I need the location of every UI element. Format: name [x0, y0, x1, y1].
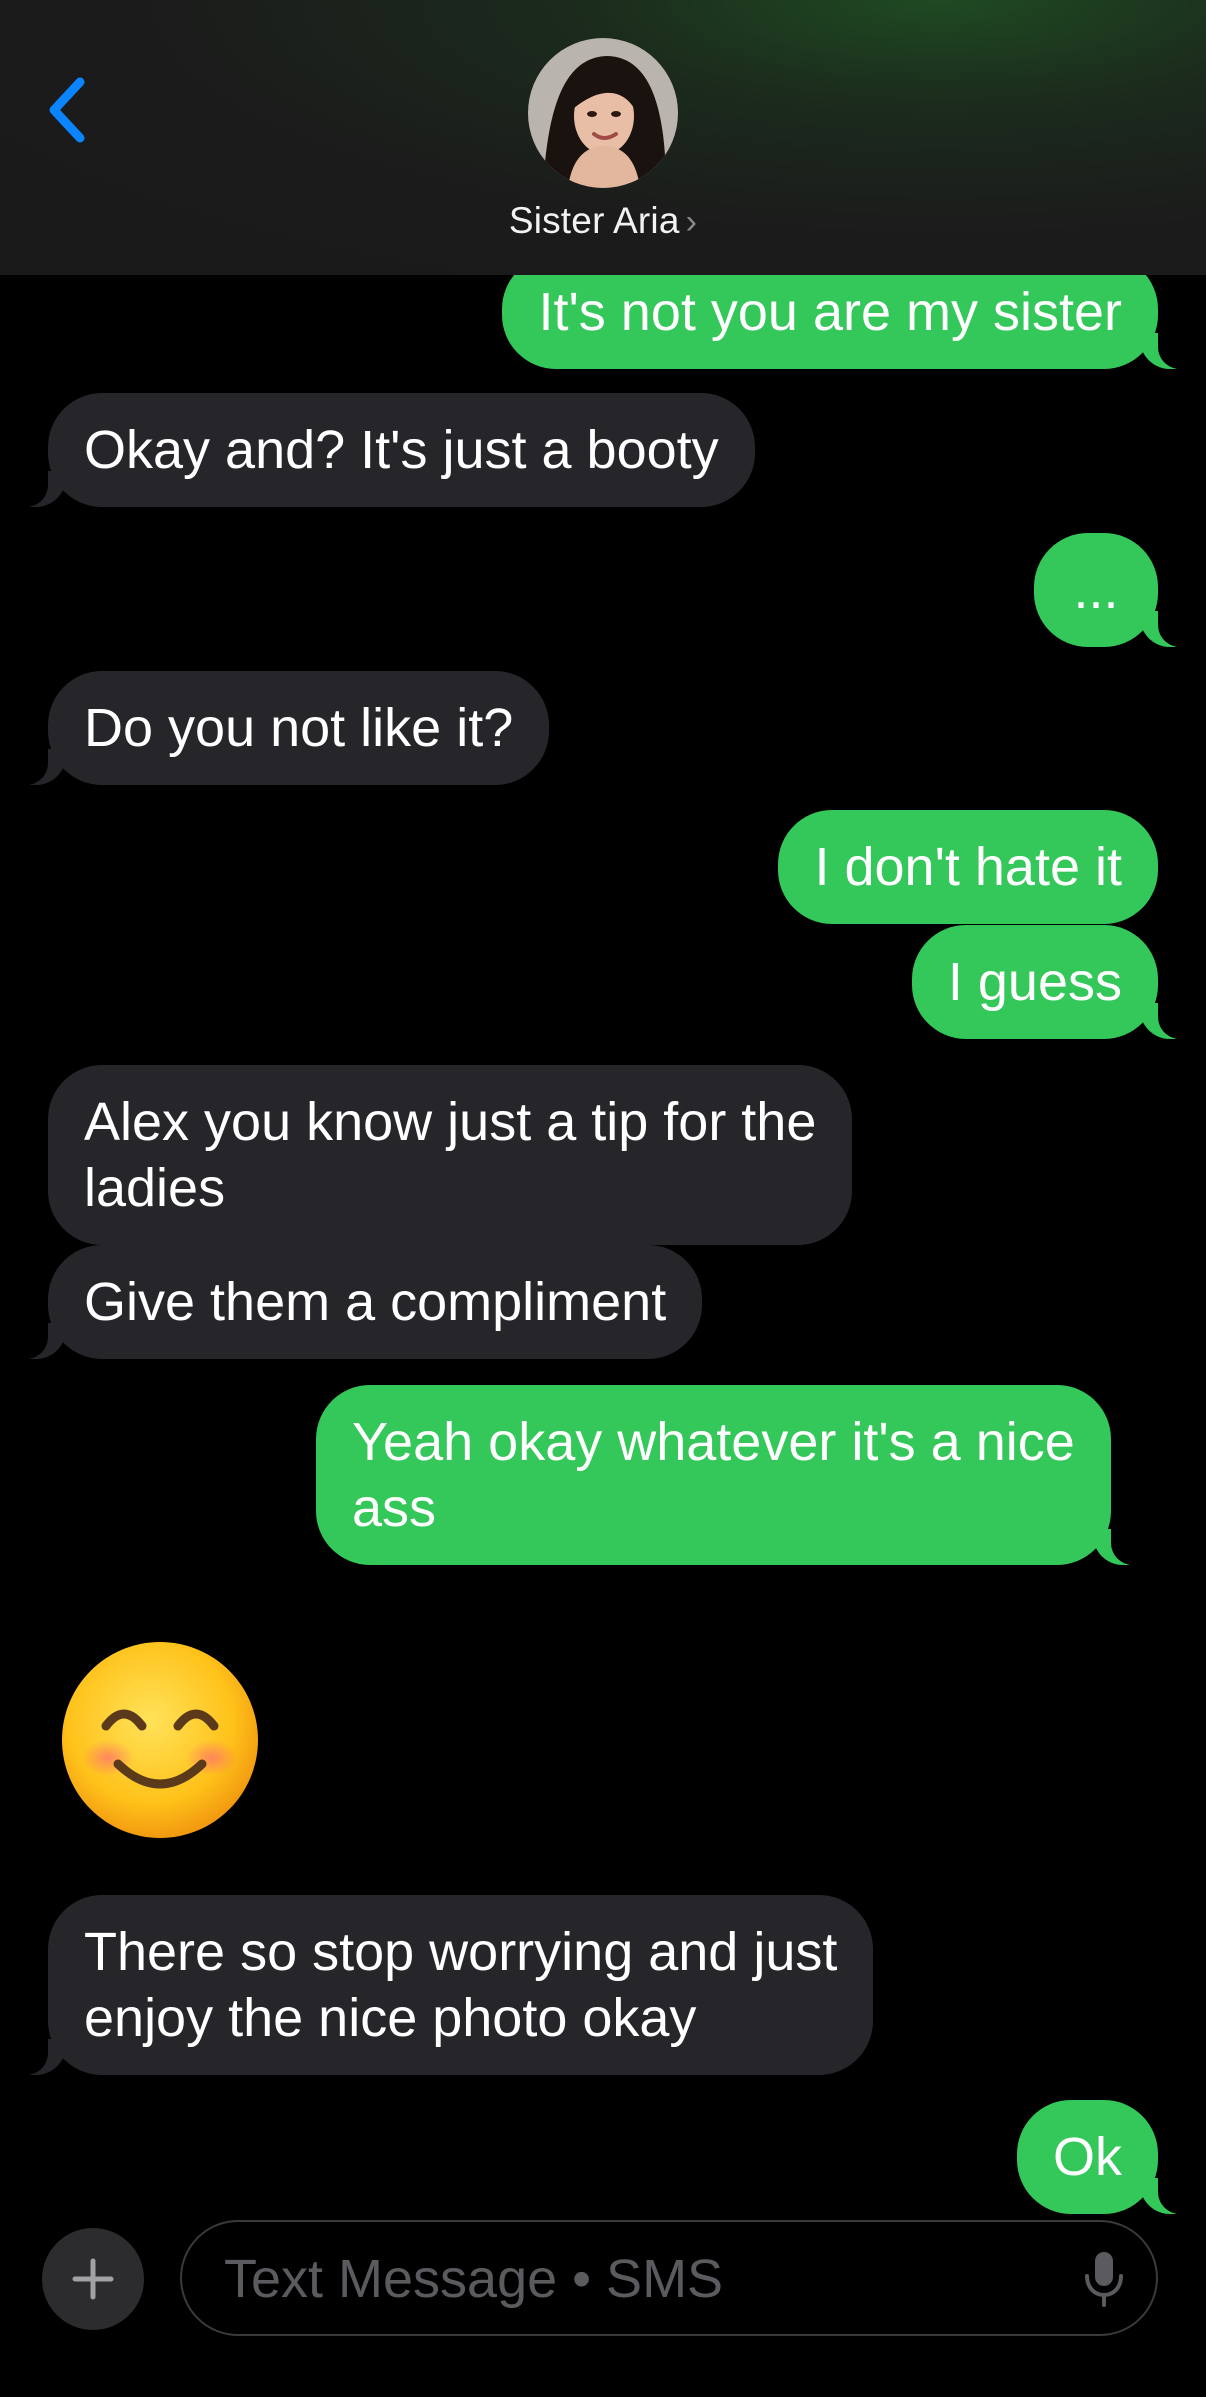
smiling-face-emoji[interactable]	[60, 1640, 260, 1840]
message-bubble-outgoing[interactable]: I guess	[911, 925, 1195, 1039]
message-text: Ok	[1052, 2127, 1122, 2187]
message-text: Give them a compliment	[84, 1272, 667, 1332]
message-bubble-incoming[interactable]: Do you not like it?	[11, 671, 550, 785]
message-bubble-outgoing[interactable]: ...	[1034, 533, 1194, 647]
add-attachment-button[interactable]	[42, 2228, 144, 2330]
message-input-field[interactable]	[180, 2220, 1158, 2336]
back-chevron-icon[interactable]	[40, 70, 100, 150]
message-text: Okay and? It's just a booty	[84, 420, 719, 480]
message-bubble-incoming[interactable]: Give them a compliment	[11, 1245, 703, 1359]
contact-name-button[interactable]: Sister Aria ›	[0, 200, 1206, 242]
message-text: I don't hate it	[814, 837, 1122, 897]
message-bubble-incoming[interactable]: There so stop worrying and just enjoy th…	[11, 1895, 874, 2075]
message-text: Do you not like it?	[84, 698, 514, 758]
message-text: Yeah okay whatever it's a nice ass	[352, 1412, 1075, 1538]
plus-icon	[72, 2258, 114, 2300]
message-bubble-outgoing[interactable]: I don't hate it	[778, 810, 1158, 924]
chevron-right-icon: ›	[685, 203, 698, 241]
message-input[interactable]	[222, 2222, 1046, 2336]
message-text: There so stop worrying and just enjoy th…	[84, 1922, 838, 2048]
message-text: ...	[1073, 560, 1119, 620]
contact-avatar[interactable]	[528, 38, 678, 188]
message-bubble-incoming[interactable]: Okay and? It's just a booty	[12, 393, 755, 507]
message-text: I guess	[947, 952, 1122, 1012]
message-bubble-incoming[interactable]: Alex you know just a tip for the ladies	[48, 1065, 853, 1245]
message-bubble-outgoing[interactable]: Yeah okay whatever it's a nice ass	[316, 1385, 1147, 1565]
conversation-header: Sister Aria ›	[0, 0, 1206, 275]
message-bubble-outgoing[interactable]: Ok	[1016, 2100, 1195, 2214]
message-thread[interactable]: It's not you are my sister Okay and? It'…	[0, 0, 1206, 2215]
message-text: It's not you are my sister	[538, 282, 1122, 342]
avatar-photo	[528, 38, 678, 188]
contact-name: Sister Aria	[508, 200, 680, 241]
microphone-icon[interactable]	[1082, 2250, 1126, 2308]
message-text: Alex you know just a tip for the ladies	[84, 1092, 817, 1218]
